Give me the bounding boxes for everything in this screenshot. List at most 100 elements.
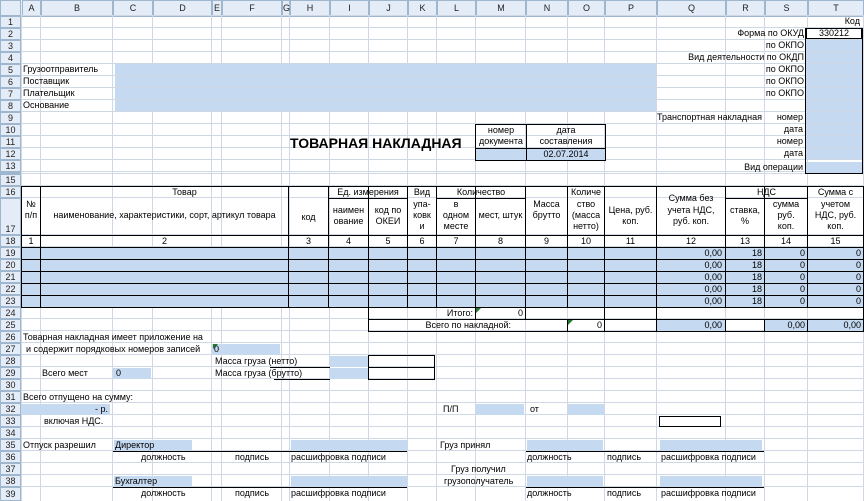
row-header-21[interactable]: 21 [0,271,21,283]
row-header-23[interactable]: 23 [0,295,21,307]
row-header-15[interactable]: 15 [0,174,21,186]
row-header-9[interactable]: 9 [0,112,21,124]
data-2-input[interactable] [806,148,862,159]
row-header-25[interactable]: 25 [0,319,21,331]
direktor-rasshifrovka-input[interactable] [291,440,407,451]
column-header-i[interactable]: I [330,0,369,16]
row-header-10[interactable]: 10 [0,124,21,136]
data-row-1-rate[interactable]: 18 [726,248,762,259]
row-header-5[interactable]: 5 [0,64,21,76]
column-header-k[interactable]: K [408,0,437,16]
column-header-p[interactable]: P [605,0,657,16]
row-header-24[interactable]: 24 [0,307,21,319]
data-row-5-sum[interactable]: 0,00 [657,296,722,307]
row-header-38[interactable]: 38 [0,475,21,487]
row-header-29[interactable]: 29 [0,367,21,379]
transport-data-input[interactable] [806,124,862,135]
row-header-8[interactable]: 8 [0,100,21,112]
data-row-1-sum[interactable]: 0,00 [657,248,722,259]
column-header-n[interactable]: N [526,0,568,16]
vsego-mest-value[interactable]: 0 [116,368,121,379]
row-header-39[interactable]: 39 [0,487,21,501]
massa-brutto-input[interactable] [330,368,368,379]
okpo-input[interactable] [806,40,862,51]
column-header-h[interactable]: H [290,0,330,16]
vsego-value[interactable]: 0 [568,320,602,331]
select-all-corner[interactable] [0,0,21,16]
massa-netto-input[interactable] [330,356,368,367]
row-header-4[interactable]: 4 [0,52,21,64]
column-header-b[interactable]: B [41,0,113,16]
data-row-3-total[interactable]: 0 [808,272,861,283]
data-row-5-vat[interactable]: 0 [765,296,805,307]
row-header-33[interactable]: 33 [0,415,21,427]
data-row-2-vat[interactable]: 0 [765,260,805,271]
row-header-36[interactable]: 36 [0,451,21,463]
row-header-30[interactable]: 30 [0,379,21,391]
osnovanie-code-input[interactable] [806,100,862,111]
platelshik-input[interactable] [115,88,656,99]
row-header-18[interactable]: 18 [0,235,21,247]
row-header-12[interactable]: 12 [0,148,21,160]
column-header-j[interactable]: J [369,0,408,16]
vid-operacii-input[interactable] [806,162,862,173]
row-header-20[interactable]: 20 [0,259,21,271]
ot-input[interactable] [568,404,604,415]
row-header-17[interactable]: 17 [0,198,21,235]
data-row-4-total[interactable]: 0 [808,284,861,295]
itogo-value[interactable]: 0 [476,308,523,319]
data-row-2-rate[interactable]: 18 [726,260,762,271]
data-row-1-vat[interactable]: 0 [765,248,805,259]
transport-nomer-input[interactable] [806,112,862,123]
okpo-3-input[interactable] [806,76,862,87]
data-row-4-sum[interactable]: 0,00 [657,284,722,295]
column-header-t[interactable]: T [808,0,864,16]
row-header-28[interactable]: 28 [0,355,21,367]
gruz-prinyal-rasshifrovka-input[interactable] [660,440,762,451]
row-header-13[interactable]: 13 [0,160,21,172]
column-header-e[interactable]: E [212,0,222,16]
row-header-6[interactable]: 6 [0,76,21,88]
row-header-32[interactable]: 32 [0,403,21,415]
column-header-d[interactable]: D [153,0,212,16]
data-row-4-vat[interactable]: 0 [765,284,805,295]
prilozh-value[interactable]: 0 [214,344,219,355]
buhgalter-rasshifrovka-input[interactable] [291,476,407,487]
row-header-27[interactable]: 27 [0,343,21,355]
row-header-35[interactable]: 35 [0,439,21,451]
data-row-3-vat[interactable]: 0 [765,272,805,283]
row-header-22[interactable]: 22 [0,283,21,295]
column-header-c[interactable]: C [113,0,153,16]
column-header-q[interactable]: Q [657,0,726,16]
nomer-2-input[interactable] [806,136,862,147]
data-row-2-total[interactable]: 0 [808,260,861,271]
row-header-16[interactable]: 16 [0,186,21,198]
data-row-3-sum[interactable]: 0,00 [657,272,722,283]
okpo-4-input[interactable] [806,88,862,99]
row-header-1[interactable]: 1 [0,16,21,28]
column-header-a[interactable]: A [22,0,41,16]
empty-box[interactable] [659,416,721,427]
column-header-g[interactable]: G [282,0,290,16]
row-header-19[interactable]: 19 [0,247,21,259]
row-header-3[interactable]: 3 [0,40,21,52]
row-header-7[interactable]: 7 [0,88,21,100]
gruzootpravitel-input[interactable] [115,64,656,75]
gruz-poluchil-input[interactable] [527,476,603,487]
prilozh-input[interactable] [212,344,280,355]
row-header-11[interactable]: 11 [0,136,21,148]
column-header-f[interactable]: F [222,0,282,16]
okdp-input[interactable] [806,52,862,63]
row-header-34[interactable]: 34 [0,427,21,439]
row-header-26[interactable]: 26 [0,331,21,343]
row-header-31[interactable]: 31 [0,391,21,403]
column-header-o[interactable]: O [568,0,605,16]
data-row-5-rate[interactable]: 18 [726,296,762,307]
osnovanie-input[interactable] [115,100,656,111]
data-row-2-sum[interactable]: 0,00 [657,260,722,271]
column-header-s[interactable]: S [765,0,808,16]
okpo-2-input[interactable] [806,64,862,75]
row-header-37[interactable]: 37 [0,463,21,475]
postavshik-input[interactable] [115,76,656,87]
data-row-4-rate[interactable]: 18 [726,284,762,295]
